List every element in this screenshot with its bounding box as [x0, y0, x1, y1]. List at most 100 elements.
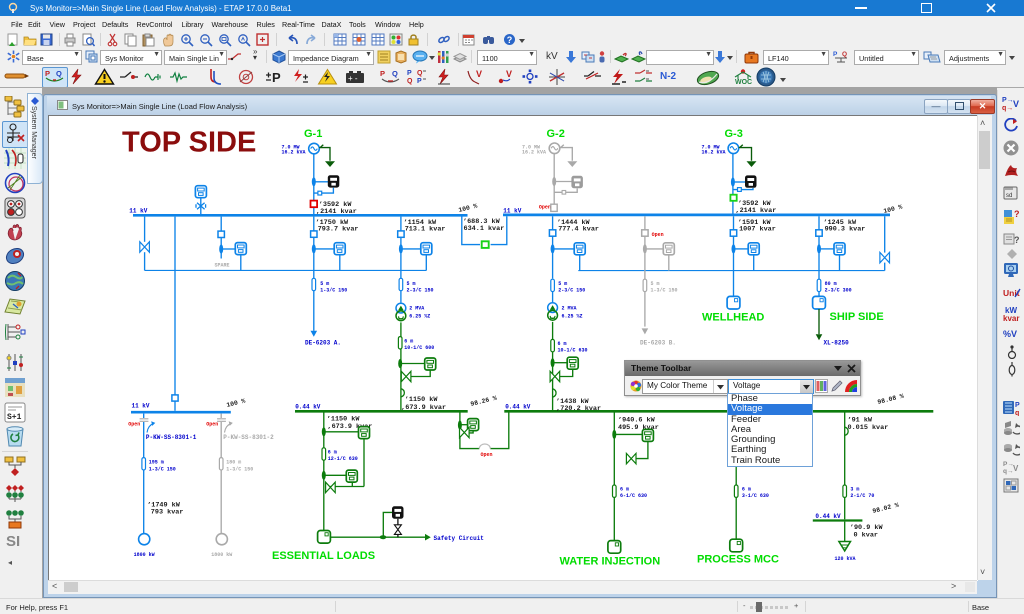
svg-text:2-3/C 150: 2-3/C 150: [407, 288, 434, 294]
svg-text:6 m: 6 m: [742, 486, 751, 492]
svg-text:P: P: [45, 69, 50, 78]
svg-text:793.7 kvar: 793.7 kvar: [318, 226, 359, 234]
svg-text:793 kvar: 793 kvar: [151, 509, 184, 517]
svg-text:16.2 kVA: 16.2 kVA: [522, 150, 546, 156]
svg-text:713.1 kvar: 713.1 kvar: [405, 226, 446, 234]
svg-text:6 m: 6 m: [328, 450, 337, 456]
svg-text:SPARE: SPARE: [215, 263, 230, 269]
svg-text:Open: Open: [481, 452, 493, 458]
svg-text:Open: Open: [652, 232, 664, 238]
svg-text:V: V: [476, 69, 482, 79]
svg-text:5 m: 5 m: [320, 281, 329, 287]
svg-text:PROCESS MCC: PROCESS MCC: [697, 554, 779, 566]
svg-text:5 m: 5 m: [407, 281, 416, 287]
svg-text:0.44 kV: 0.44 kV: [815, 513, 841, 520]
svg-text:DE-6203 A.: DE-6203 A.: [305, 340, 341, 347]
svg-text:P→: P→: [1002, 97, 1014, 104]
svg-text:1-3/C 150: 1-3/C 150: [149, 466, 176, 472]
svg-text:Q: Q: [407, 78, 413, 85]
svg-text:180 m: 180 m: [226, 460, 241, 466]
svg-text:P: P: [272, 70, 281, 85]
svg-text:G-3: G-3: [725, 128, 743, 140]
svg-text:1800 kW: 1800 kW: [134, 552, 155, 558]
svg-text:XL-8250: XL-8250: [824, 340, 850, 347]
svg-text:ESSENTIAL LOADS: ESSENTIAL LOADS: [272, 550, 375, 562]
svg-text:?: ?: [1014, 209, 1020, 219]
svg-text:P: P: [380, 69, 385, 78]
svg-text:5 m: 5 m: [558, 281, 567, 287]
svg-text:1-3/C 150: 1-3/C 150: [651, 288, 678, 294]
svg-text:1-3/C 150: 1-3/C 150: [226, 466, 253, 472]
svg-text:WATER INJECTION: WATER INJECTION: [560, 556, 661, 568]
svg-text:V: V: [1013, 99, 1019, 109]
svg-text:777.4 kvar: 777.4 kvar: [558, 226, 599, 234]
svg-text:Open: Open: [206, 422, 218, 428]
svg-text:11 kV: 11 kV: [132, 402, 150, 409]
svg-text:%V: %V: [1003, 329, 1017, 339]
svg-text:0.015 kvar: 0.015 kvar: [848, 424, 889, 432]
svg-text:P-KW-SS-8301-1: P-KW-SS-8301-1: [146, 434, 197, 441]
svg-text:G-2: G-2: [547, 128, 565, 140]
svg-text:P: P: [407, 70, 412, 77]
svg-text:120 kVA: 120 kVA: [835, 556, 856, 562]
svg-text:100 %: 100 %: [226, 397, 246, 408]
svg-text:11 kV: 11 kV: [503, 207, 521, 214]
svg-text:6 m: 6 m: [558, 341, 567, 347]
svg-text:98.02 %: 98.02 %: [872, 502, 900, 515]
svg-text:2 MVA: 2 MVA: [562, 306, 577, 312]
svg-text:Safety Circuit: Safety Circuit: [434, 535, 485, 542]
svg-text:V: V: [506, 69, 512, 79]
svg-text:1800 kW: 1800 kW: [211, 552, 232, 558]
svg-text:634.1 kvar: 634.1 kvar: [464, 225, 505, 233]
svg-text:0.44 kV: 0.44 kV: [505, 404, 531, 411]
svg-text:2 MVA: 2 MVA: [409, 306, 424, 312]
svg-text:80 m: 80 m: [825, 281, 837, 287]
svg-text:3-1/C 630: 3-1/C 630: [742, 493, 769, 499]
svg-text:1007 kvar: 1007 kvar: [739, 226, 776, 234]
svg-text:6-1/C 630: 6-1/C 630: [620, 493, 647, 499]
svg-text:WELLHEAD: WELLHEAD: [702, 311, 764, 323]
svg-text:V: V: [1013, 464, 1019, 473]
svg-text:’1150 kW: ’1150 kW: [405, 396, 439, 404]
svg-text:6.25 %Z: 6.25 %Z: [562, 313, 583, 319]
svg-text:q→: q→: [1002, 105, 1013, 112]
svg-text:5 m: 5 m: [651, 281, 660, 287]
svg-text:TOP SIDE: TOP SIDE: [122, 127, 256, 159]
svg-text:?: ?: [1014, 235, 1020, 245]
svg-text:Open: Open: [539, 204, 551, 210]
svg-text:6 m: 6 m: [620, 486, 629, 492]
svg-text:,2141 kvar: ,2141 kvar: [736, 207, 777, 215]
svg-text:100 %: 100 %: [458, 202, 478, 213]
svg-text:16.2 kVA: 16.2 kVA: [702, 150, 726, 156]
svg-text:10-1/C 630: 10-1/C 630: [558, 347, 588, 353]
svg-text:990.3 kvar: 990.3 kvar: [825, 226, 866, 234]
svg-text:3 m: 3 m: [850, 486, 859, 492]
svg-text:sd: sd: [1006, 193, 1012, 199]
svg-text:10-1/C 600: 10-1/C 600: [404, 345, 434, 351]
svg-text:11 kV: 11 kV: [129, 208, 147, 215]
svg-text:Q: Q: [417, 70, 423, 77]
svg-text:,720.2 kvar: ,720.2 kvar: [556, 405, 601, 413]
svg-text:100 %: 100 %: [883, 203, 903, 214]
svg-text:DE-6203 B.: DE-6203 B.: [640, 340, 676, 347]
svg-text:P: P: [833, 51, 838, 58]
svg-text:98.26 %: 98.26 %: [470, 395, 498, 408]
svg-text:Q: Q: [842, 51, 847, 58]
svg-text:WOC: WOC: [735, 79, 752, 86]
svg-text:q→: q→: [1003, 468, 1013, 475]
svg-text:Q: Q: [392, 69, 398, 78]
svg-text:SHIP SIDE: SHIP SIDE: [830, 311, 884, 323]
svg-text:?: ?: [507, 35, 513, 45]
svg-text:0.44 kV: 0.44 kV: [295, 403, 321, 410]
svg-text:12-1/C 630: 12-1/C 630: [328, 456, 358, 462]
svg-text:0 kvar: 0 kvar: [854, 531, 878, 539]
svg-text:,673.9 kvar: ,673.9 kvar: [401, 404, 446, 412]
svg-text:2-3/C 300: 2-3/C 300: [825, 288, 852, 294]
svg-text:2-3/C 150: 2-3/C 150: [558, 288, 585, 294]
svg-text:P: P: [417, 78, 422, 85]
svg-text:,2141 kvar: ,2141 kvar: [316, 208, 357, 216]
svg-text:kvar: kvar: [1003, 314, 1019, 322]
svg-text:6.25 %Z: 6.25 %Z: [409, 313, 430, 319]
svg-text:6 m: 6 m: [404, 339, 413, 345]
svg-text:98.08 %: 98.08 %: [877, 393, 905, 406]
